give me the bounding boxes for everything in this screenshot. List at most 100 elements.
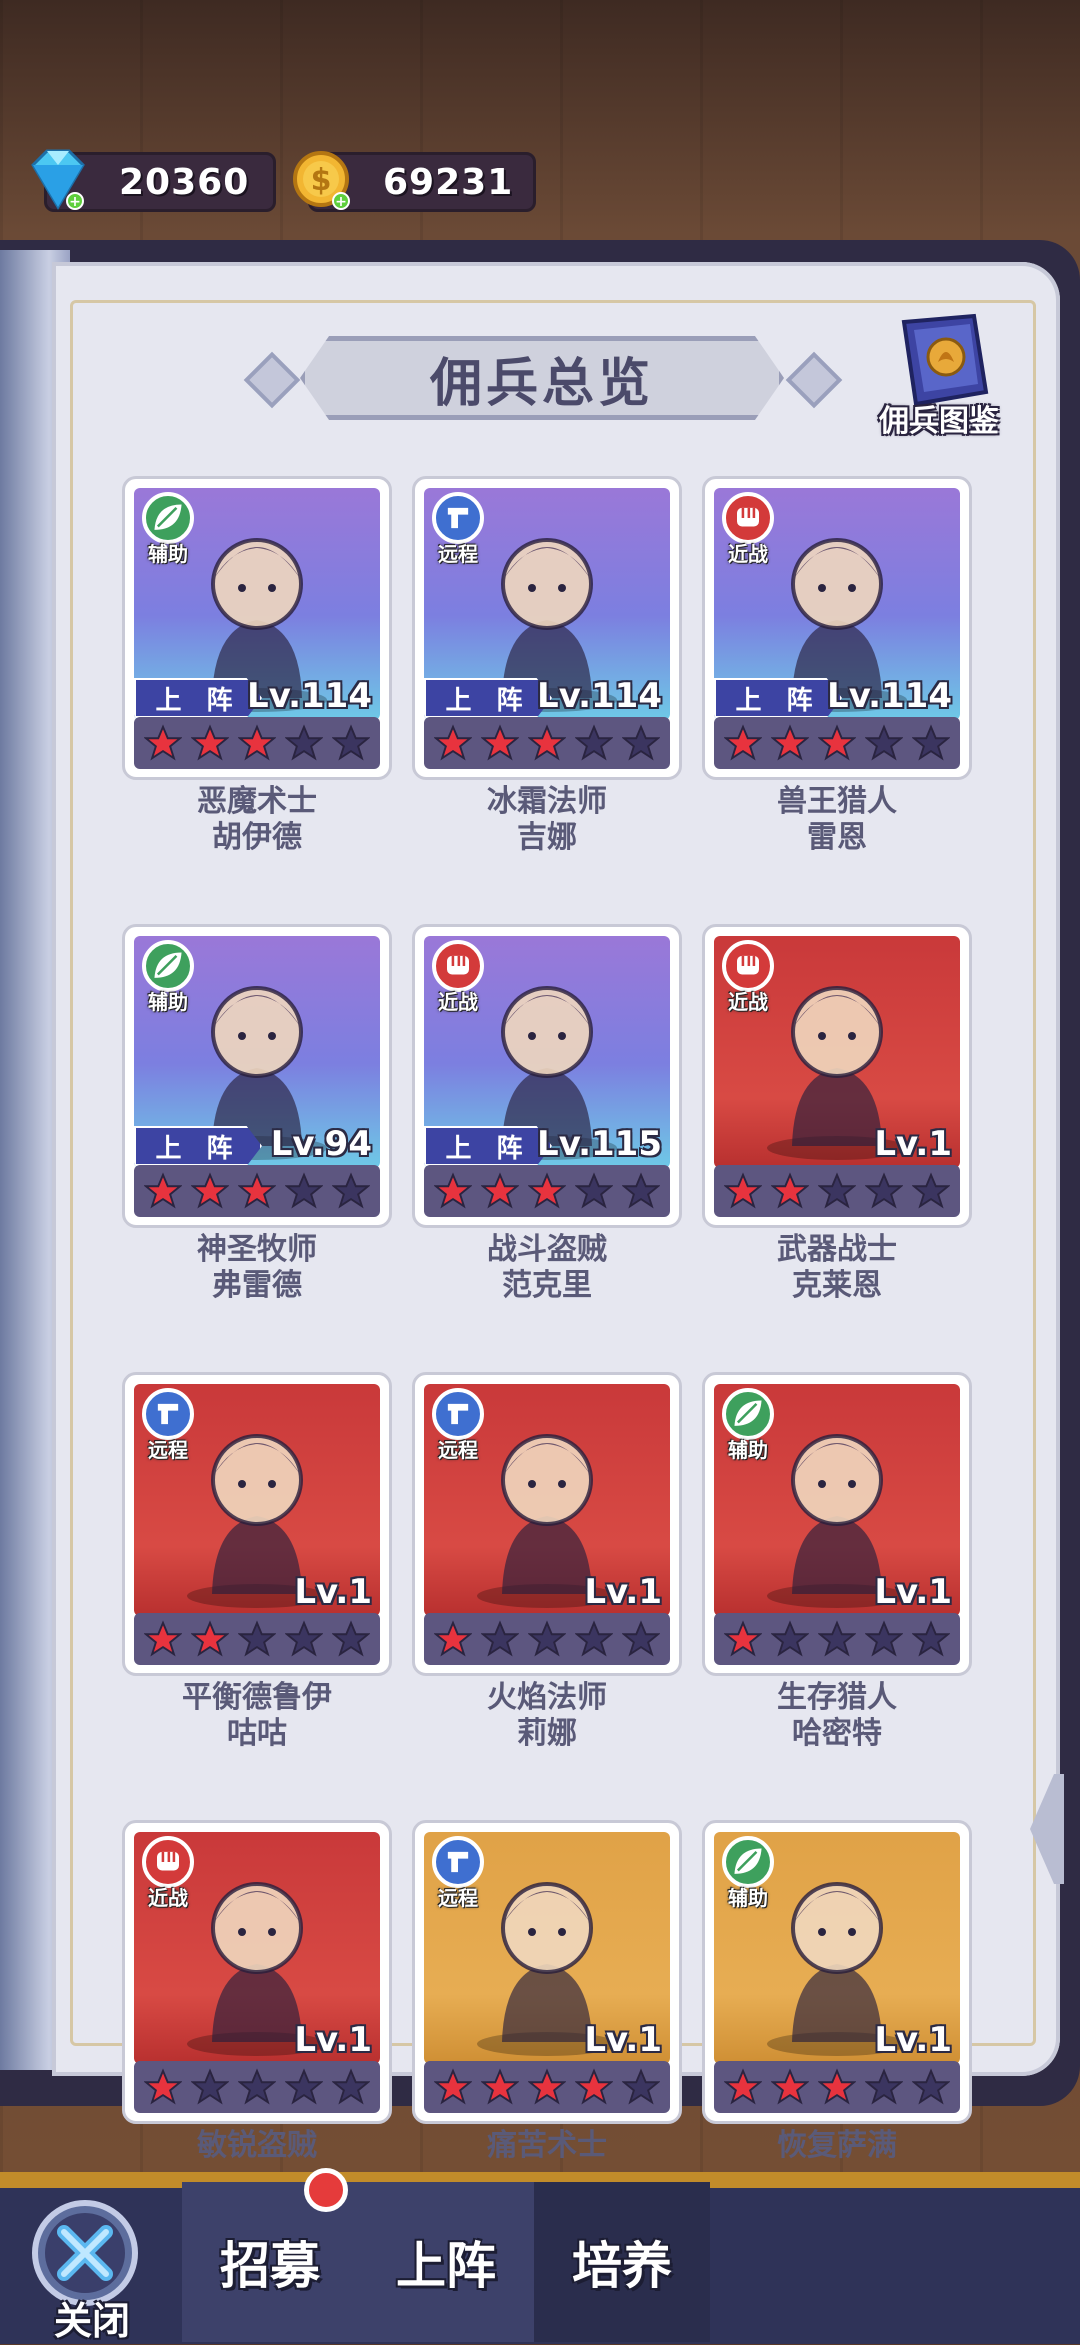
star-empty-icon <box>574 724 613 761</box>
hero-title: 生存猎人 <box>777 1680 897 1715</box>
hero-card[interactable]: 近战 Lv.1 武器战士 克莱恩 <box>702 924 972 1304</box>
codex-button[interactable]: 佣兵图鉴 <box>874 312 1004 442</box>
star-rating <box>714 1613 960 1665</box>
hero-title: 战斗盗贼 <box>487 1232 607 1267</box>
role-label: 近战 <box>728 990 768 1014</box>
hero-card[interactable]: 远程 Lv.1 痛苦术士 <box>412 1820 682 2164</box>
star-filled-icon <box>771 1172 810 1209</box>
role-badge: 辅助 <box>136 490 206 566</box>
role-label: 远程 <box>148 1438 188 1462</box>
role-badge: 近战 <box>426 938 496 1014</box>
star-rating <box>424 1165 670 1217</box>
star-filled-icon <box>527 1172 566 1209</box>
star-filled-icon <box>817 724 856 761</box>
ranged-icon <box>447 1403 469 1425</box>
star-empty-icon <box>864 1620 903 1657</box>
star-filled-icon <box>237 1172 276 1209</box>
hero-portrait: 辅助 上 阵 Lv.94 <box>134 936 380 1168</box>
star-rating <box>714 2061 960 2113</box>
role-label: 近战 <box>148 1886 188 1910</box>
role-badge: 辅助 <box>136 938 206 1014</box>
role-badge-circle <box>432 1836 484 1888</box>
hero-portrait: 远程 Lv.1 <box>424 1384 670 1616</box>
hero-level: Lv.1 <box>294 1572 372 1612</box>
tab-train[interactable]: 培养 <box>534 2182 710 2342</box>
hero-card[interactable]: 近战 上 阵 Lv.114 兽王猎人 雷恩 <box>702 476 972 856</box>
role-badge: 近战 <box>716 490 786 566</box>
hero-title: 火焰法师 <box>487 1680 607 1715</box>
hero-portrait: 近战 Lv.1 <box>714 936 960 1168</box>
hero-card[interactable]: 远程 Lv.1 火焰法师 莉娜 <box>412 1372 682 1752</box>
star-filled-icon <box>434 2068 473 2105</box>
star-empty-icon <box>284 2068 323 2105</box>
hero-portrait: 远程 Lv.1 <box>134 1384 380 1616</box>
gold-coin-icon: $ + <box>293 151 350 210</box>
role-badge-circle <box>142 940 194 992</box>
hero-level: Lv.1 <box>584 2020 662 2060</box>
role-badge-circle <box>722 1836 774 1888</box>
diamond-icon: + <box>31 149 85 210</box>
star-filled-icon <box>724 2068 763 2105</box>
close-button[interactable]: 关闭 <box>30 2198 160 2343</box>
role-badge-circle <box>142 1388 194 1440</box>
hero-level: Lv.114 <box>537 676 662 716</box>
hero-portrait: 辅助 Lv.1 <box>714 1384 960 1616</box>
hero-card[interactable]: 近战 Lv.1 敏锐盗贼 <box>122 1820 392 2164</box>
hero-card[interactable]: 辅助 Lv.1 恢复萨满 <box>702 1820 972 2164</box>
hero-card[interactable]: 远程 上 阵 Lv.114 冰霜法师 吉娜 <box>412 476 682 856</box>
hero-card[interactable]: 远程 Lv.1 平衡德鲁伊 咕咕 <box>122 1372 392 1752</box>
star-empty-icon <box>331 2068 370 2105</box>
hero-card[interactable]: 辅助 上 阵 Lv.114 恶魔术士 胡伊德 <box>122 476 392 856</box>
title-banner: 佣兵总览 <box>300 336 784 420</box>
fist-icon <box>447 955 469 975</box>
star-filled-icon <box>144 724 183 761</box>
star-filled-icon <box>527 2068 566 2105</box>
hero-card-frame: 远程 Lv.1 <box>412 1820 682 2124</box>
star-filled-icon <box>481 1172 520 1209</box>
codex-label: 佣兵图鉴 <box>879 404 999 439</box>
role-badge-circle <box>142 1836 194 1888</box>
star-filled-icon <box>481 2068 520 2105</box>
hero-card-frame: 辅助 上 阵 Lv.94 <box>122 924 392 1228</box>
star-rating <box>134 1165 380 1217</box>
hero-name: 胡伊德 <box>212 820 302 855</box>
hero-title: 恶魔术士 <box>197 784 317 819</box>
hero-name: 吉娜 <box>517 820 577 855</box>
hero-name: 范克里 <box>502 1268 592 1303</box>
star-empty-icon <box>574 1620 613 1657</box>
ranged-icon <box>157 1403 179 1425</box>
tab-train-label: 培养 <box>572 2237 672 2295</box>
leaf-icon <box>154 504 182 530</box>
leaf-icon <box>734 1848 762 1874</box>
star-empty-icon <box>621 724 660 761</box>
page-next-arrow[interactable] <box>1024 1774 1064 1884</box>
star-rating <box>134 2061 380 2113</box>
star-empty-icon <box>864 724 903 761</box>
role-label: 近战 <box>438 990 478 1014</box>
tab-deploy[interactable]: 上阵 <box>358 2182 534 2342</box>
ranged-icon <box>447 1851 469 1873</box>
star-filled-icon <box>771 2068 810 2105</box>
leaf-icon <box>154 952 182 978</box>
star-filled-icon <box>481 724 520 761</box>
hero-title: 恢复萨满 <box>777 2128 897 2163</box>
gem-counter: + 20360 <box>31 149 276 212</box>
hero-card[interactable]: 辅助 Lv.1 生存猎人 哈密特 <box>702 1372 972 1752</box>
hero-name: 哈密特 <box>792 1716 882 1751</box>
gold-counter: $ + 69231 <box>293 151 536 212</box>
star-empty-icon <box>191 2068 230 2105</box>
hero-card[interactable]: 辅助 上 阵 Lv.94 神圣牧师 弗雷德 <box>122 924 392 1304</box>
hero-portrait: 远程 Lv.1 <box>424 1832 670 2064</box>
star-filled-icon <box>191 1620 230 1657</box>
star-empty-icon <box>864 1172 903 1209</box>
role-badge-circle <box>722 1388 774 1440</box>
hero-card[interactable]: 近战 上 阵 Lv.115 战斗盗贼 范克里 <box>412 924 682 1304</box>
star-empty-icon <box>481 1620 520 1657</box>
hero-name: 莉娜 <box>517 1716 577 1751</box>
gem-amount: 20360 <box>119 161 250 203</box>
star-filled-icon <box>724 724 763 761</box>
hero-card-frame: 近战 上 阵 Lv.115 <box>412 924 682 1228</box>
hero-level: Lv.1 <box>874 1124 952 1164</box>
hero-card-frame: 远程 Lv.1 <box>122 1372 392 1676</box>
hero-level: Lv.94 <box>270 1124 372 1164</box>
